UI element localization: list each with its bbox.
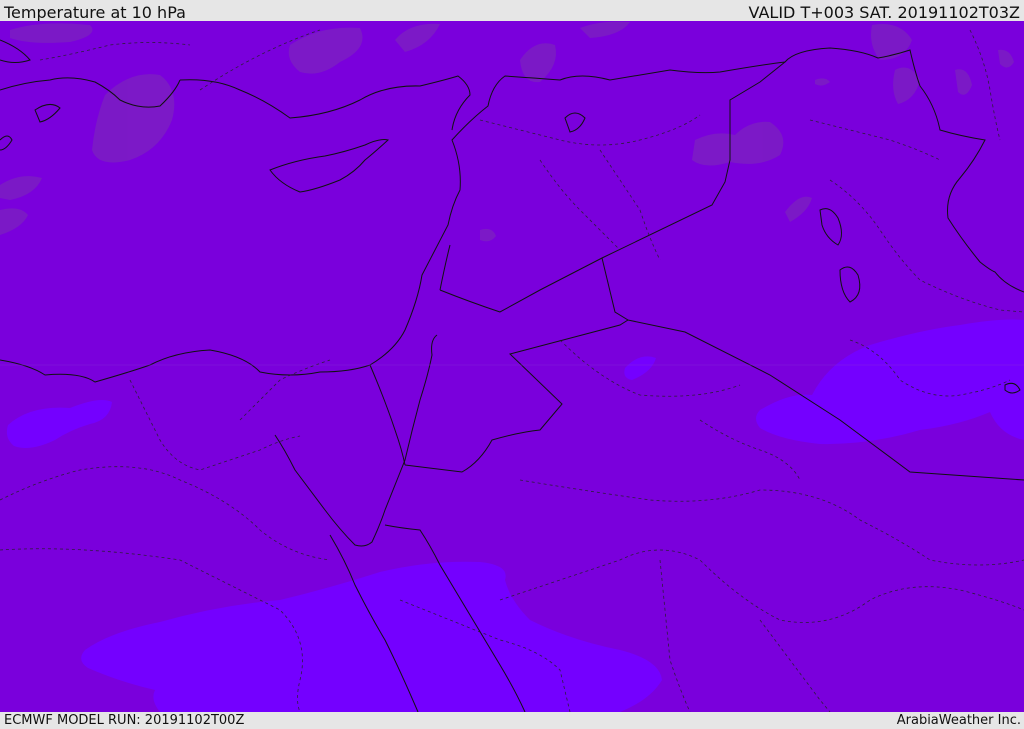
map-footer: ECMWF MODEL RUN: 20191102T00Z ArabiaWeat… — [0, 712, 1024, 729]
map-canvas — [0, 21, 1024, 712]
valid-time-label: VALID T+003 SAT. 20191102T03Z — [748, 3, 1020, 22]
weather-map — [0, 21, 1024, 712]
credit-label: ArabiaWeather Inc. — [896, 713, 1021, 728]
map-header: Temperature at 10 hPa VALID T+003 SAT. 2… — [0, 0, 1024, 22]
map-title: Temperature at 10 hPa — [4, 3, 186, 22]
model-run-label: ECMWF MODEL RUN: 20191102T00Z — [4, 713, 245, 728]
